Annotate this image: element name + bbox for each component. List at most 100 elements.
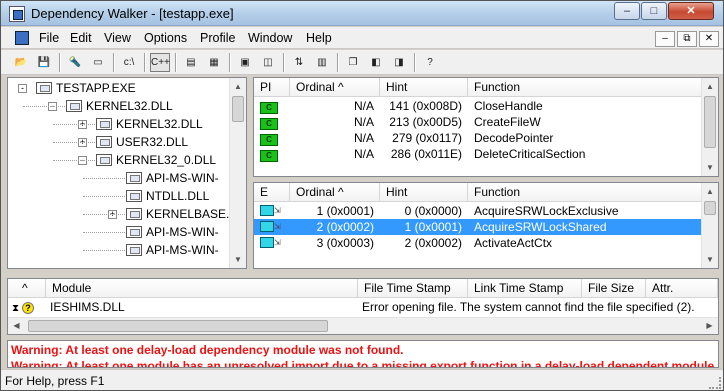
c-function-icon: C [260,102,278,114]
scroll-up-icon[interactable]: ▲ [230,78,246,95]
col-function[interactable]: Function [468,183,702,202]
tile-icon[interactable]: ◧ [366,53,386,72]
tree-node[interactable]: API-MS-WIN- [126,242,219,258]
highlight-icon[interactable]: ▥ [312,53,332,72]
table-row[interactable]: ⇲ 1 (0x0001) 0 (0x0000) AcquireSRWLockExclu… [254,203,702,219]
document-icon[interactable] [15,31,29,45]
module-row[interactable]: ⧗? IESHIMS.DLL Error opening file. The sys… [8,299,718,315]
tree-node[interactable]: KERNELBASE. [126,206,229,222]
scroll-down-icon[interactable]: ▼ [230,251,246,268]
col-link-time-stamp[interactable]: Link Time Stamp [468,279,582,298]
help-icon[interactable]: ? [420,53,440,72]
scroll-left-icon[interactable]: ◀ [8,318,25,334]
col-e[interactable]: E [254,183,290,202]
mdi-close-button[interactable]: ✕ [699,31,719,47]
menu-window[interactable]: Window [248,31,292,45]
tree-node[interactable]: USER32.DLL [96,134,188,150]
scroll-up-icon[interactable]: ▲ [702,183,718,200]
scroll-down-icon[interactable]: ▼ [702,251,718,268]
scroll-thumb[interactable] [704,96,716,148]
col-ordinal[interactable]: Ordinal ^ [290,78,380,97]
cell-ordinal: N/A [353,115,374,129]
table-row[interactable]: C N/A 213 (0x00D5) CreateFileW [254,114,702,130]
table-row[interactable]: ⇲ 2 (0x0002) 1 (0x0001) AcquireSRWLockShare… [254,219,702,235]
menu-view[interactable]: View [104,31,131,45]
scroll-thumb[interactable] [28,320,328,332]
scroll-down-icon[interactable]: ▼ [702,159,718,176]
tree-node[interactable]: NTDLL.DLL [126,188,209,204]
module-list[interactable]: ^ Module File Time Stamp Link Time Stamp… [7,278,719,335]
log-view[interactable]: Warning: At least one delay-load depende… [7,340,719,368]
col-hint[interactable]: Hint [380,183,468,202]
undecorate-icon[interactable]: C++ [150,53,170,72]
save-icon[interactable]: 💾 [34,53,54,72]
tree-node[interactable]: API-MS-WIN- [126,170,219,186]
imports-vscroll[interactable]: ▲ ▼ [701,78,718,176]
menu-edit[interactable]: Edit [70,31,92,45]
dll-module-icon [126,208,142,220]
col-ordinal[interactable]: Ordinal ^ [290,183,380,202]
minimize-button[interactable]: – [614,2,640,20]
app-icon[interactable] [9,6,25,22]
dll-delay-icon [96,154,112,166]
copy-icon[interactable]: ▭ [88,53,108,72]
cell-function: AcquireSRWLockShared [474,220,607,234]
scroll-thumb[interactable] [704,201,716,215]
api-set-icon [126,226,142,238]
col-module[interactable]: Module [46,279,358,298]
tree-node[interactable]: KERNEL32.DLL [96,116,203,132]
find-icon[interactable]: 🔦 [65,53,85,72]
col-pi[interactable]: PI [254,78,290,97]
menu-help[interactable]: Help [306,31,332,45]
col-file-time-stamp[interactable]: File Time Stamp [358,279,468,298]
menu-file[interactable]: File [39,31,59,45]
menu-options[interactable]: Options [144,31,187,45]
tree-line [53,142,95,143]
mdi-minimize-button[interactable]: – [655,31,675,47]
full-paths-icon[interactable]: c:\ [119,53,139,72]
properties-icon[interactable]: ▦ [204,53,224,72]
cascade-icon[interactable]: ❐ [343,53,363,72]
system-info-icon[interactable]: ▣ [235,53,255,72]
mdi-restore-button[interactable]: ⧉ [677,31,697,47]
scroll-right-icon[interactable]: ▶ [701,318,718,334]
tree-node-label: API-MS-WIN- [146,171,219,185]
table-row[interactable]: C N/A 141 (0x008D) CloseHandle [254,98,702,114]
sort-icon[interactable]: ⇅ [289,53,309,72]
maximize-button[interactable]: □ [641,2,667,20]
tree-node[interactable]: TESTAPP.EXE [36,80,136,96]
scroll-thumb[interactable] [232,96,244,122]
export-function-icon [260,221,274,232]
tree-node[interactable]: KERNEL32_0.DLL [96,152,216,168]
view-module-icon[interactable]: ◫ [258,53,278,72]
row-icon-cell: C [260,146,290,162]
module-tree[interactable]: - TESTAPP.EXE - KERNEL32.DLL + KERNEL32.DLL + U… [7,77,247,269]
tree-node-label: KERNEL32_0.DLL [116,153,217,167]
col-hint[interactable]: Hint [380,78,468,97]
table-row[interactable]: C N/A 279 (0x0117) DecodePointer [254,130,702,146]
scroll-up-icon[interactable]: ▲ [702,78,718,95]
api-set-icon [126,244,142,256]
title-bar[interactable]: Dependency Walker - [testapp.exe] – □ ✕ [1,1,723,26]
auto-expand-icon[interactable]: ▤ [181,53,201,72]
table-row[interactable]: ⇲ 3 (0x0003) 2 (0x0002) ActivateActCtx [254,235,702,251]
exports-list[interactable]: E Ordinal ^ Hint Function ⇲ 1 (0x0001) 0 (… [253,182,719,269]
module-hscroll[interactable]: ◀ ▶ [8,317,718,334]
imports-list[interactable]: PI Ordinal ^ Hint Function C N/A 141 (0x00… [253,77,719,177]
collapse-icon[interactable]: - [18,84,27,93]
tree-node[interactable]: KERNEL32.DLL [66,98,173,114]
resize-grip-icon[interactable] [709,377,721,389]
col-attr[interactable]: Attr. [646,279,718,298]
table-row[interactable]: C N/A 286 (0x011E) DeleteCriticalSection [254,146,702,162]
hourglass-icon: ⧗ [12,303,20,314]
menu-profile[interactable]: Profile [200,31,235,45]
close-button[interactable]: ✕ [668,2,714,20]
exports-vscroll[interactable]: ▲ ▼ [701,183,718,268]
col-file-size[interactable]: File Size [582,279,646,298]
open-icon[interactable]: 📂 [11,53,31,72]
tree-vscroll[interactable]: ▲ ▼ [229,78,246,268]
arrange-icon[interactable]: ◨ [389,53,409,72]
tree-node[interactable]: API-MS-WIN- [126,224,219,240]
col-sort[interactable]: ^ [8,279,46,298]
col-function[interactable]: Function [468,78,702,97]
